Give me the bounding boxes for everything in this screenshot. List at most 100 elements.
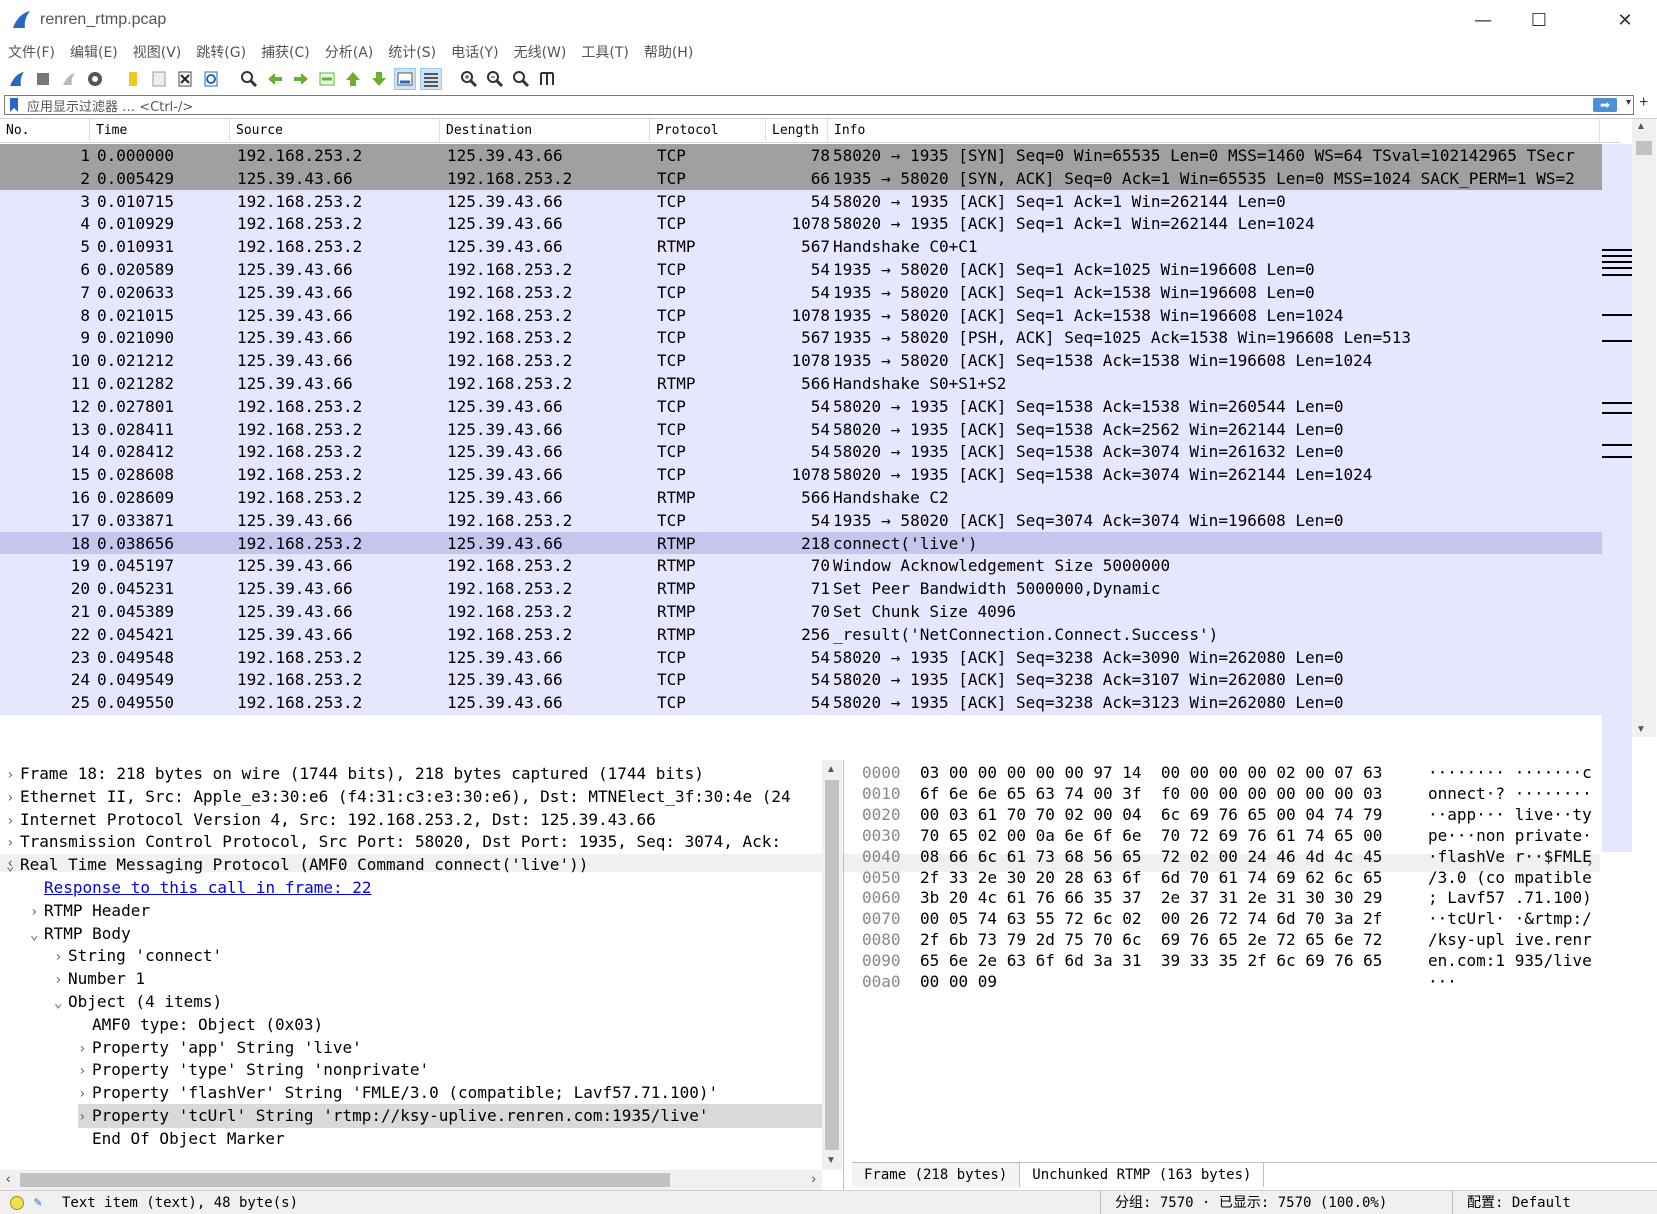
packet-row[interactable]: 13 0.028411 192.168.253.2 125.39.43.66 TCP 54… [0, 417, 1620, 442]
menu-wireless[interactable]: 无线(W) [514, 42, 567, 62]
packet-list-scrollbar[interactable]: ▲ ▼ [1632, 119, 1656, 737]
detail-tree-item[interactable]: › Property 'tcUrl' String 'rtmp://ksy-upl… [78, 1104, 822, 1128]
expand-arrow-icon[interactable]: ⌄ [30, 923, 44, 946]
detail-tree-item[interactable]: › Internet Protocol Version 4, Src: 192.1… [6, 808, 822, 832]
packet-row[interactable]: 3 0.010715 192.168.253.2 125.39.43.66 TCP 54 5… [0, 189, 1620, 214]
packet-row[interactable]: 9 0.021090 125.39.43.66 192.168.253.2 TCP 567… [0, 326, 1620, 351]
byte-offset[interactable]: 0070 [862, 908, 901, 930]
detail-tree-item[interactable]: ⌄ RTMP Body [30, 922, 822, 946]
packet-row[interactable]: 5 0.010931 192.168.253.2 125.39.43.66 RTMP 56… [0, 235, 1620, 260]
start-capture-icon[interactable] [6, 68, 28, 90]
column-protocol[interactable]: Protocol [650, 119, 766, 143]
detail-tree-item[interactable]: Response to this call in frame: 22 [30, 876, 822, 900]
apply-filter-button[interactable]: ➡ [1593, 98, 1617, 112]
byte-ascii[interactable]: en.com:1 935/live [1428, 950, 1592, 972]
byte-ascii[interactable]: ··· [1428, 971, 1457, 993]
menu-tools[interactable]: 工具(T) [581, 42, 628, 62]
detail-tree-item[interactable]: ⌄ Object (4 items) [54, 990, 822, 1014]
packet-row[interactable]: 8 0.021015 125.39.43.66 192.168.253.2 TCP 107… [0, 303, 1620, 328]
scroll-up-icon[interactable]: ▲ [826, 764, 836, 775]
menu-view[interactable]: 视图(V) [133, 42, 182, 62]
byte-hex[interactable]: 00 03 61 70 70 02 00 04 6c 69 76 65 00 0… [920, 804, 1382, 826]
byte-hex[interactable]: 2f 6b 73 79 2d 75 70 6c 69 76 65 2e 72 6… [920, 929, 1382, 951]
byte-ascii[interactable]: onnect·? ········ [1428, 783, 1592, 805]
byte-hex[interactable]: 2f 33 2e 30 20 28 63 6f 6d 70 61 74 69 6… [920, 867, 1382, 889]
packet-row[interactable]: 18 0.038656 192.168.253.2 125.39.43.66 RTMP 2… [0, 531, 1620, 556]
collapse-arrow-icon[interactable]: › [78, 1059, 92, 1082]
capture-options-icon[interactable] [84, 68, 106, 90]
tab-frame-bytes[interactable]: Frame (218 bytes) [852, 1163, 1021, 1187]
collapse-arrow-icon[interactable]: › [6, 763, 20, 786]
expand-arrow-icon[interactable]: ⌄ [6, 854, 20, 877]
byte-offset[interactable]: 00a0 [862, 971, 901, 993]
packet-row[interactable]: 22 0.045421 125.39.43.66 192.168.253.2 RTMP 2… [0, 622, 1620, 647]
byte-hex[interactable]: 00 00 09 [920, 971, 997, 993]
byte-ascii[interactable]: /3.0 (co mpatible [1428, 867, 1592, 889]
column-source[interactable]: Source [230, 119, 440, 143]
collapse-arrow-icon[interactable]: › [78, 1082, 92, 1105]
byte-offset[interactable]: 0000 [862, 762, 901, 784]
packet-row[interactable]: 12 0.027801 192.168.253.2 125.39.43.66 TCP 54… [0, 394, 1620, 419]
packet-minimap[interactable] [1602, 144, 1632, 852]
restart-capture-icon[interactable] [58, 68, 80, 90]
find-packet-icon[interactable] [238, 68, 260, 90]
zoom-out-icon[interactable] [484, 68, 506, 90]
auto-scroll-icon[interactable] [394, 68, 416, 90]
menu-capture[interactable]: 捕获(C) [261, 42, 310, 62]
scroll-down-icon[interactable]: ▼ [1636, 724, 1646, 735]
packet-row[interactable]: 23 0.049548 192.168.253.2 125.39.43.66 TCP 54… [0, 645, 1620, 670]
status-profile[interactable]: 配置: Default [1452, 1191, 1571, 1214]
stop-capture-icon[interactable] [32, 68, 54, 90]
zoom-in-icon[interactable] [458, 68, 480, 90]
detail-tree-item[interactable]: ⌄ Real Time Messaging Protocol (AMF0 Comm… [6, 853, 822, 877]
byte-ascii[interactable]: ··tcUrl· ·&rtmp:/ [1428, 908, 1592, 930]
response-frame-link[interactable]: Response to this call in frame: 22 [44, 878, 372, 897]
byte-hex[interactable]: 00 05 74 63 55 72 6c 02 00 26 72 74 6d 7… [920, 908, 1382, 930]
collapse-arrow-icon[interactable]: › [78, 1105, 92, 1128]
resize-columns-icon[interactable] [536, 68, 558, 90]
menu-help[interactable]: 帮助(H) [644, 42, 693, 62]
packet-row[interactable]: 1 0.000000 192.168.253.2 125.39.43.66 TCP 78 5… [0, 144, 1620, 168]
column-time[interactable]: Time [90, 119, 230, 143]
packet-row[interactable]: 15 0.028608 192.168.253.2 125.39.43.66 TCP 10… [0, 463, 1620, 488]
packet-row[interactable]: 16 0.028609 192.168.253.2 125.39.43.66 RTMP 5… [0, 486, 1620, 510]
menu-statistics[interactable]: 统计(S) [388, 42, 436, 62]
detail-tree-item[interactable]: AMF0 type: Object (0x03) [78, 1013, 822, 1037]
packet-row[interactable]: 6 0.020589 125.39.43.66 192.168.253.2 TCP 54 1… [0, 258, 1620, 282]
detail-tree-item[interactable]: › Property 'app' String 'live' [78, 1036, 822, 1060]
collapse-arrow-icon[interactable]: › [78, 1037, 92, 1060]
go-forward-icon[interactable] [290, 68, 312, 90]
packet-row[interactable]: 24 0.049549 192.168.253.2 125.39.43.66 TCP 54… [0, 668, 1620, 693]
byte-offset[interactable]: 0050 [862, 867, 901, 889]
packet-row[interactable]: 17 0.033871 125.39.43.66 192.168.253.2 TCP 54… [0, 508, 1620, 533]
byte-hex[interactable]: 70 65 02 00 0a 6e 6f 6e 70 72 69 76 61 7… [920, 825, 1382, 847]
colorize-icon[interactable] [420, 68, 442, 90]
byte-offset[interactable]: 0030 [862, 825, 901, 847]
detail-tree-item[interactable]: › Ethernet II, Src: Apple_e3:30:e6 (f4:31… [6, 785, 822, 809]
detail-tree-item[interactable]: End Of Object Marker [78, 1127, 822, 1151]
edit-comment-icon[interactable]: ✎ [34, 1191, 42, 1214]
collapse-arrow-icon[interactable]: › [6, 831, 20, 854]
byte-hex[interactable]: 03 00 00 00 00 00 97 14 00 00 00 00 02 0… [920, 762, 1382, 784]
menu-file[interactable]: 文件(F) [8, 42, 55, 62]
byte-offset[interactable]: 0010 [862, 783, 901, 805]
byte-ascii[interactable]: ··app··· live··ty [1428, 804, 1592, 826]
menu-edit[interactable]: 编辑(E) [70, 42, 118, 62]
tab-unchunked-rtmp[interactable]: Unchunked RTMP (163 bytes) [1020, 1163, 1265, 1187]
expand-arrow-icon[interactable]: ⌄ [54, 991, 68, 1014]
byte-offset[interactable]: 0040 [862, 846, 901, 868]
packet-row[interactable]: 10 0.021212 125.39.43.66 192.168.253.2 TCP 10… [0, 349, 1620, 374]
packet-row[interactable]: 25 0.049550 192.168.253.2 125.39.43.66 TCP 54… [0, 691, 1620, 716]
detail-tree-item[interactable]: › Frame 18: 218 bytes on wire (1744 bits)… [6, 762, 822, 786]
collapse-arrow-icon[interactable]: › [6, 809, 20, 832]
packet-row[interactable]: 14 0.028412 192.168.253.2 125.39.43.66 TCP 54… [0, 440, 1620, 465]
scrollbar-thumb[interactable] [825, 780, 839, 1150]
open-file-icon[interactable] [122, 68, 144, 90]
packet-row[interactable]: 7 0.020633 125.39.43.66 192.168.253.2 TCP 54 1… [0, 280, 1620, 305]
go-last-icon[interactable] [368, 68, 390, 90]
close-button[interactable]: ✕ [1597, 0, 1653, 40]
go-back-icon[interactable] [264, 68, 286, 90]
detail-tree-item[interactable]: › String 'connect' [54, 944, 822, 968]
display-filter-input[interactable]: 应用显示过滤器 … <Ctrl-/> [27, 96, 193, 115]
column-no[interactable]: No. [0, 119, 90, 143]
